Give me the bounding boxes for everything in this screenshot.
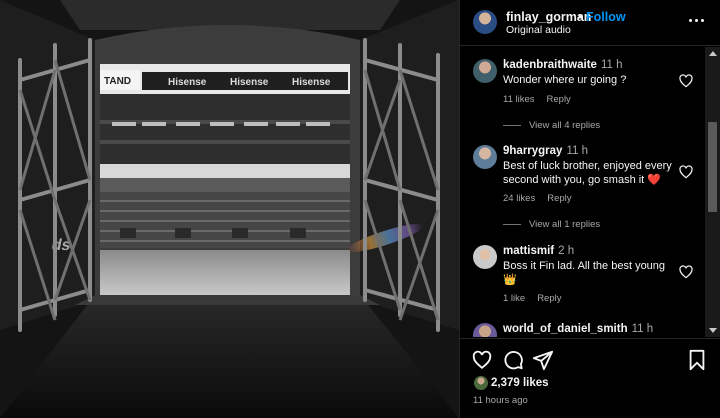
commenter-name[interactable]: world_of_daniel_smith: [503, 323, 628, 335]
post-media[interactable]: TAND Hisense Hisense Hisense ds: [0, 0, 459, 418]
likes-count[interactable]: 2,379 likes: [491, 377, 549, 389]
header-separator: •: [578, 10, 583, 24]
comment-text: Best of luck brother, enjoyed every seco…: [503, 160, 672, 186]
posted-time[interactable]: 11 hours ago: [473, 395, 528, 406]
comment-meta: 11 likes Reply: [503, 94, 583, 105]
comment-time: 11 h: [566, 145, 588, 157]
view-replies-button[interactable]: View all 4 replies: [503, 120, 600, 131]
comment-text: Boss it Fin lad. All the best young 👑: [503, 260, 666, 286]
comment-time: 2 h: [558, 245, 575, 257]
send-icon[interactable]: [532, 349, 554, 371]
reply-button[interactable]: Reply: [547, 193, 571, 204]
post-header: finlay_gorman • Follow Original audio: [460, 0, 720, 46]
scroll-up-arrow-icon[interactable]: [709, 51, 717, 56]
comment-meta: 1 like Reply: [503, 293, 573, 304]
post-actions-bar: 2,379 likes 11 hours ago: [460, 338, 720, 418]
signage-text-3: Hisense: [292, 77, 331, 88]
commenter-avatar[interactable]: [473, 323, 497, 337]
commenter-username[interactable]: 9harrygray 11 h: [503, 145, 588, 157]
bookmark-icon[interactable]: [686, 349, 708, 371]
commenter-name[interactable]: mattismif: [503, 245, 554, 257]
comment-icon[interactable]: [502, 349, 524, 371]
author-avatar[interactable]: [473, 10, 497, 34]
comment-like-heart-icon[interactable]: [678, 264, 694, 280]
reply-button[interactable]: Reply: [547, 94, 571, 105]
signage-text-2: Hisense: [230, 77, 269, 88]
commenter-username[interactable]: world_of_daniel_smith 11 h: [503, 323, 653, 335]
commenter-username[interactable]: mattismif 2 h: [503, 245, 574, 257]
comment-likes[interactable]: 11 likes: [503, 94, 535, 105]
follow-button[interactable]: Follow: [586, 10, 626, 24]
scroll-down-arrow-icon[interactable]: [709, 328, 717, 333]
commenter-name[interactable]: 9harrygray: [503, 145, 562, 157]
more-options-icon[interactable]: [686, 14, 708, 28]
comment-time: 11 h: [600, 59, 623, 71]
comments-scrollbar[interactable]: [705, 47, 720, 337]
scrollbar-thumb[interactable]: [708, 122, 717, 212]
audio-label[interactable]: Original audio: [506, 24, 571, 36]
view-replies-button[interactable]: View all 1 replies: [503, 219, 600, 230]
comment-text: Wonder where ur going ?: [503, 74, 627, 86]
stadium-tunnel-image: TAND Hisense Hisense Hisense ds: [0, 0, 459, 418]
commenter-username[interactable]: kadenbraithwaite 11 h: [503, 59, 622, 71]
comment-time: 11 h: [631, 323, 654, 335]
commenter-avatar[interactable]: [473, 245, 497, 269]
comment-likes[interactable]: 1 like: [503, 293, 525, 304]
comment-meta: 24 likes Reply: [503, 193, 584, 204]
heart-icon[interactable]: [471, 349, 493, 371]
comments-list[interactable]: kadenbraithwaite 11 h Wonder where ur goi…: [460, 47, 720, 337]
commenter-avatar[interactable]: [473, 59, 497, 83]
commenter-avatar[interactable]: [473, 145, 497, 169]
post-details-panel: finlay_gorman • Follow Original audio ka…: [459, 0, 720, 418]
signage-text-1: Hisense: [168, 77, 207, 88]
comment-like-heart-icon[interactable]: [678, 73, 694, 89]
reply-button[interactable]: Reply: [537, 293, 561, 304]
commenter-name[interactable]: kadenbraithwaite: [503, 59, 597, 71]
comment-like-heart-icon[interactable]: [678, 164, 694, 180]
comment-likes[interactable]: 24 likes: [503, 193, 535, 204]
liker-avatar[interactable]: [473, 375, 489, 391]
signage-text-0: TAND: [104, 76, 131, 87]
